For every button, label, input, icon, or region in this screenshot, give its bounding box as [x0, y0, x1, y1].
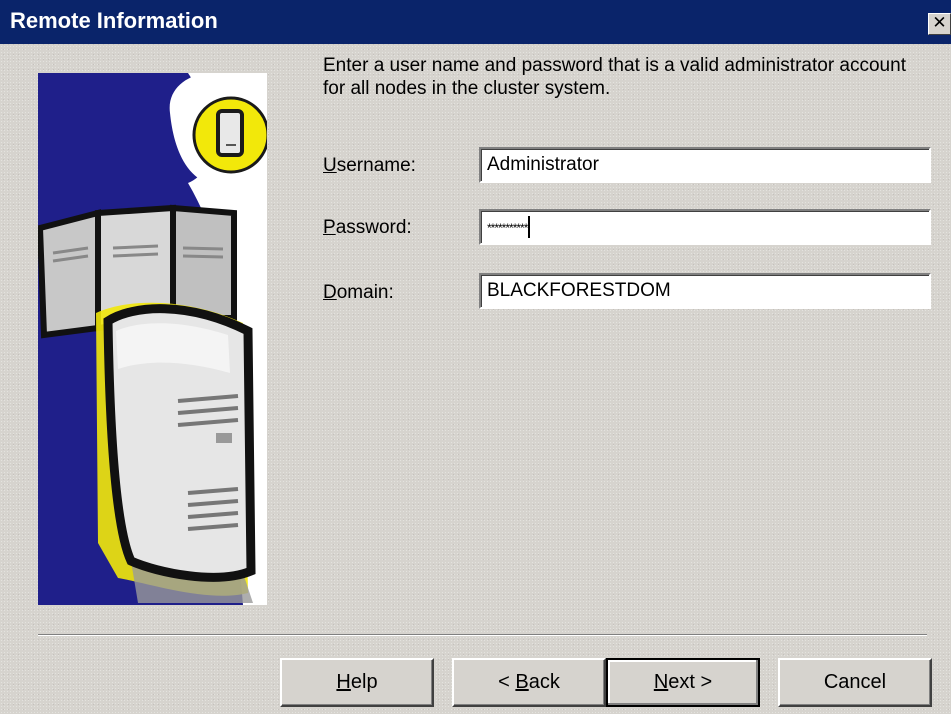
- main-server: [103, 304, 256, 582]
- username-label: Username:: [323, 155, 416, 177]
- dialog-title: Remote Information: [10, 8, 218, 33]
- domain-accel: D: [323, 282, 337, 303]
- domain-input[interactable]: BLACKFORESTDOM: [479, 273, 931, 309]
- username-value: Administrator: [487, 154, 599, 175]
- password-accel: P: [323, 217, 336, 238]
- text-caret: [528, 215, 531, 238]
- button-separator: [38, 634, 927, 636]
- cancel-button[interactable]: Cancel: [778, 658, 932, 707]
- instructions-text: Enter a user name and password that is a…: [323, 55, 906, 99]
- password-label: Password:: [323, 217, 412, 239]
- password-value: ***********: [487, 221, 528, 235]
- server-badge-icon: [192, 96, 267, 174]
- close-button[interactable]: ✕: [928, 13, 951, 35]
- domain-value: BLACKFORESTDOM: [487, 280, 671, 301]
- close-icon: ✕: [932, 13, 947, 33]
- domain-label: Domain:: [323, 282, 394, 304]
- title-bar[interactable]: Remote Information ✕: [0, 0, 951, 44]
- back-button[interactable]: < Back: [452, 658, 606, 707]
- domain-label-rest: omain:: [336, 282, 394, 303]
- help-button[interactable]: Help: [280, 658, 434, 707]
- password-label-rest: assword:: [335, 217, 412, 238]
- username-accel: U: [323, 155, 337, 176]
- server-cluster-illustration: [38, 73, 267, 605]
- password-input[interactable]: ***********: [479, 209, 931, 245]
- username-input[interactable]: Administrator: [479, 147, 931, 183]
- next-button[interactable]: Next >: [606, 658, 760, 707]
- remote-information-dialog: Remote Information ✕ Enter a user name a…: [0, 0, 951, 714]
- username-label-rest: sername:: [336, 155, 416, 176]
